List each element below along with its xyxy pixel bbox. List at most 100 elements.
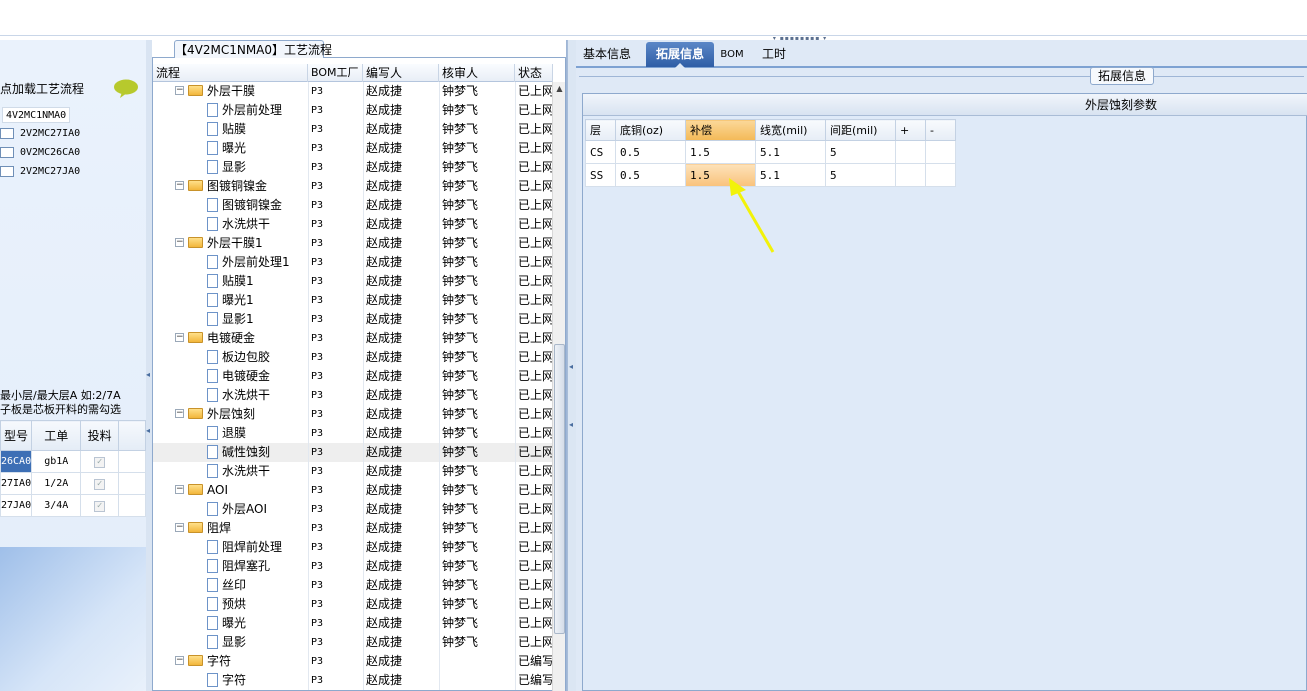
- column-header[interactable]: 间距(mil): [825, 119, 896, 141]
- tree-child-node[interactable]: 2V2MC27IA0: [0, 126, 80, 142]
- base-copper-cell[interactable]: 0.5: [615, 163, 686, 187]
- process-step-row[interactable]: 水洗烘干 P3 赵成捷 钟梦飞 已上网: [153, 386, 553, 405]
- reviewer-cell[interactable]: 钟梦飞: [442, 310, 514, 329]
- process-step-row[interactable]: 图镀铜镍金 P3 赵成捷 钟梦飞 已上网: [153, 196, 553, 215]
- process-name-cell[interactable]: 曝光: [153, 614, 308, 633]
- process-step-row[interactable]: 曝光 P3 赵成捷 钟梦飞 已上网: [153, 139, 553, 158]
- status-cell[interactable]: 已上网: [518, 481, 552, 500]
- writer-cell[interactable]: 赵成捷: [366, 253, 438, 272]
- column-header[interactable]: 补偿: [685, 119, 756, 141]
- empty-cell[interactable]: [895, 140, 926, 164]
- model-cell[interactable]: 26CA0: [0, 450, 33, 473]
- status-cell[interactable]: 已上网: [518, 215, 552, 234]
- reviewer-cell[interactable]: 钟梦飞: [442, 234, 514, 253]
- process-name-cell[interactable]: 曝光: [153, 139, 308, 158]
- process-name-cell[interactable]: − 电镀硬金: [153, 329, 308, 348]
- collapse-toggle-icon[interactable]: −: [175, 238, 184, 247]
- writer-cell[interactable]: 赵成捷: [366, 519, 438, 538]
- feed-cell[interactable]: ✓: [80, 494, 119, 517]
- writer-cell[interactable]: 赵成捷: [366, 120, 438, 139]
- reviewer-cell[interactable]: 钟梦飞: [442, 538, 514, 557]
- reviewer-cell[interactable]: 钟梦飞: [442, 329, 514, 348]
- line-width-cell[interactable]: 5.1: [755, 163, 826, 187]
- bom-factory-cell[interactable]: P3: [311, 196, 362, 215]
- tab-bom[interactable]: BOM: [716, 42, 748, 67]
- empty-cell[interactable]: [925, 140, 956, 164]
- column-header[interactable]: 编写人: [363, 64, 439, 82]
- reviewer-cell[interactable]: 钟梦飞: [442, 557, 514, 576]
- process-step-row[interactable]: 碱性蚀刻 P3 赵成捷 钟梦飞 已上网: [153, 443, 553, 462]
- middle-splitter[interactable]: ◂ ◂: [567, 40, 576, 691]
- process-step-row[interactable]: 电镀硬金 P3 赵成捷 钟梦飞 已上网: [153, 367, 553, 386]
- process-name-cell[interactable]: − AOI: [153, 481, 308, 500]
- chat-bubble-icon[interactable]: [113, 79, 139, 99]
- reviewer-cell[interactable]: 钟梦飞: [442, 367, 514, 386]
- table-row[interactable]: 27JA0 3/4A ✓: [0, 494, 147, 517]
- process-group-row[interactable]: − 字符 P3 赵成捷 已编写: [153, 652, 553, 671]
- process-group-row[interactable]: − 外层蚀刻 P3 赵成捷 钟梦飞 已上网: [153, 405, 553, 424]
- process-group-row[interactable]: − 图镀铜镍金 P3 赵成捷 钟梦飞 已上网: [153, 177, 553, 196]
- writer-cell[interactable]: 赵成捷: [366, 234, 438, 253]
- bom-factory-cell[interactable]: P3: [311, 348, 362, 367]
- bom-factory-cell[interactable]: P3: [311, 101, 362, 120]
- writer-cell[interactable]: 赵成捷: [366, 291, 438, 310]
- process-name-cell[interactable]: 显影: [153, 633, 308, 652]
- reviewer-cell[interactable]: 钟梦飞: [442, 519, 514, 538]
- reviewer-cell[interactable]: 钟梦飞: [442, 348, 514, 367]
- process-name-cell[interactable]: 图镀铜镍金: [153, 196, 308, 215]
- collapse-toggle-icon[interactable]: −: [175, 181, 184, 190]
- reviewer-cell[interactable]: 钟梦飞: [442, 101, 514, 120]
- table-row[interactable]: 26CA0 gb1A ✓: [0, 450, 147, 473]
- process-name-cell[interactable]: 碱性蚀刻: [153, 443, 308, 462]
- status-cell[interactable]: 已上网: [518, 82, 552, 101]
- bom-factory-cell[interactable]: P3: [311, 215, 362, 234]
- status-cell[interactable]: 已上网: [518, 614, 552, 633]
- process-step-row[interactable]: 丝印 P3 赵成捷 钟梦飞 已上网: [153, 576, 553, 595]
- process-name-cell[interactable]: 水洗烘干: [153, 215, 308, 234]
- order-cell[interactable]: 3/4A: [31, 494, 82, 517]
- status-cell[interactable]: 已上网: [518, 272, 552, 291]
- process-name-cell[interactable]: 曝光1: [153, 291, 308, 310]
- process-step-row[interactable]: 曝光 P3 赵成捷 钟梦飞 已上网: [153, 614, 553, 633]
- empty-cell[interactable]: [895, 163, 926, 187]
- reviewer-cell[interactable]: 钟梦飞: [442, 443, 514, 462]
- bom-factory-cell[interactable]: P3: [311, 177, 362, 196]
- process-name-cell[interactable]: 显影: [153, 158, 308, 177]
- bom-factory-cell[interactable]: P3: [311, 253, 362, 272]
- reviewer-cell[interactable]: [442, 671, 514, 690]
- reviewer-cell[interactable]: 钟梦飞: [442, 158, 514, 177]
- process-step-row[interactable]: 水洗烘干 P3 赵成捷 钟梦飞 已上网: [153, 215, 553, 234]
- column-header[interactable]: 核审人: [439, 64, 515, 82]
- status-cell[interactable]: 已上网: [518, 462, 552, 481]
- status-cell[interactable]: 已上网: [518, 291, 552, 310]
- writer-cell[interactable]: 赵成捷: [366, 405, 438, 424]
- status-cell[interactable]: 已上网: [518, 595, 552, 614]
- writer-cell[interactable]: 赵成捷: [366, 82, 438, 101]
- status-cell[interactable]: 已上网: [518, 576, 552, 595]
- bom-factory-cell[interactable]: P3: [311, 538, 362, 557]
- feed-checkbox[interactable]: ✓: [94, 500, 106, 512]
- process-name-cell[interactable]: 外层AOI: [153, 500, 308, 519]
- reviewer-cell[interactable]: 钟梦飞: [442, 139, 514, 158]
- reviewer-cell[interactable]: 钟梦飞: [442, 481, 514, 500]
- process-step-row[interactable]: 显影 P3 赵成捷 钟梦飞 已上网: [153, 633, 553, 652]
- writer-cell[interactable]: 赵成捷: [366, 652, 438, 671]
- writer-cell[interactable]: 赵成捷: [366, 196, 438, 215]
- status-cell[interactable]: 已上网: [518, 310, 552, 329]
- column-header[interactable]: 层: [585, 119, 616, 141]
- compensation-cell[interactable]: 1.5: [685, 140, 756, 164]
- bom-factory-cell[interactable]: P3: [311, 481, 362, 500]
- bom-factory-cell[interactable]: P3: [311, 291, 362, 310]
- bom-factory-cell[interactable]: P3: [311, 272, 362, 291]
- process-name-cell[interactable]: 外层前处理1: [153, 253, 308, 272]
- process-step-row[interactable]: 外层前处理1 P3 赵成捷 钟梦飞 已上网: [153, 253, 553, 272]
- collapse-toggle-icon[interactable]: −: [175, 523, 184, 532]
- reviewer-cell[interactable]: 钟梦飞: [442, 120, 514, 139]
- status-cell[interactable]: 已上网: [518, 120, 552, 139]
- bom-factory-cell[interactable]: P3: [311, 500, 362, 519]
- table-row[interactable]: CS 0.5 1.5 5.1 5: [585, 140, 956, 164]
- process-name-cell[interactable]: − 阻焊: [153, 519, 308, 538]
- process-step-row[interactable]: 显影1 P3 赵成捷 钟梦飞 已上网: [153, 310, 553, 329]
- writer-cell[interactable]: 赵成捷: [366, 462, 438, 481]
- status-cell[interactable]: 已上网: [518, 386, 552, 405]
